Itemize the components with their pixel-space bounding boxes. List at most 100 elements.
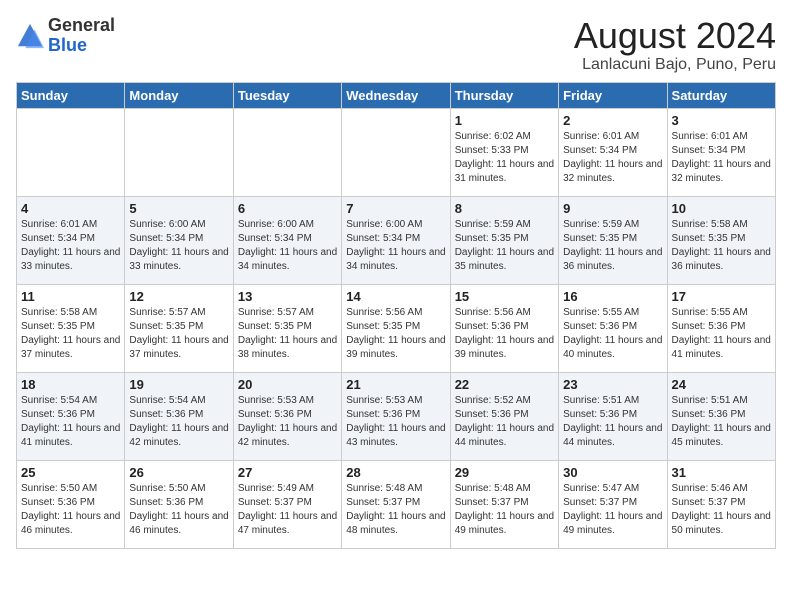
day-info: Sunrise: 5:56 AM Sunset: 5:35 PM Dayligh… [346, 306, 445, 362]
day-number: 30 [563, 465, 662, 480]
calendar-cell: 13Sunrise: 5:57 AM Sunset: 5:35 PM Dayli… [233, 284, 341, 372]
calendar-cell: 15 Sunrise: 5:56 AM Sunset: 5:36 PM Dayli… [450, 284, 558, 372]
day-info: Sunrise: 5:52 AM Sunset: 5:36 PM Dayligh… [455, 394, 554, 450]
calendar-cell [125, 108, 233, 196]
calendar-cell: 16 Sunrise: 5:55 AM Sunset: 5:36 PM Dayli… [559, 284, 667, 372]
day-number: 23 [563, 377, 662, 392]
calendar-cell [17, 108, 125, 196]
calendar-table: SundayMondayTuesdayWednesdayThursdayFrid… [16, 82, 776, 549]
day-number: 10 [672, 201, 771, 216]
day-info: Sunrise: 6:00 AM Sunset: 5:34 PM Dayligh… [129, 218, 228, 274]
day-number: 14 [346, 289, 445, 304]
day-info: Sunrise: 5:48 AM Sunset: 5:37 PM Dayligh… [346, 482, 445, 538]
calendar-cell: 4 Sunrise: 6:01 AM Sunset: 5:34 PM Daylig… [17, 196, 125, 284]
day-number: 3 [672, 113, 771, 128]
calendar-week-row: 11 Sunrise: 5:58 AM Sunset: 5:35 PM Dayli… [17, 284, 776, 372]
calendar-header-cell: Sunday [17, 82, 125, 108]
calendar-cell: 20 Sunrise: 5:53 AM Sunset: 5:36 PM Dayli… [233, 372, 341, 460]
day-info: Sunrise: 5:50 AM Sunset: 5:36 PM Dayligh… [129, 482, 228, 538]
calendar-cell: 30Sunrise: 5:47 AM Sunset: 5:37 PM Dayli… [559, 460, 667, 548]
day-info: Sunrise: 6:02 AM Sunset: 5:33 PM Dayligh… [455, 130, 554, 186]
calendar-cell [342, 108, 450, 196]
day-info: Sunrise: 5:57 AM Sunset: 5:35 PM Dayligh… [129, 306, 228, 362]
logo: General Blue [16, 16, 115, 56]
calendar-cell: 23 Sunrise: 5:51 AM Sunset: 5:36 PM Dayli… [559, 372, 667, 460]
calendar-cell [233, 108, 341, 196]
calendar-cell: 19Sunrise: 5:54 AM Sunset: 5:36 PM Dayli… [125, 372, 233, 460]
day-number: 27 [238, 465, 337, 480]
day-number: 11 [21, 289, 120, 304]
calendar-cell: 29 Sunrise: 5:48 AM Sunset: 5:37 PM Dayli… [450, 460, 558, 548]
calendar-week-row: 4 Sunrise: 6:01 AM Sunset: 5:34 PM Daylig… [17, 196, 776, 284]
day-info: Sunrise: 6:01 AM Sunset: 5:34 PM Dayligh… [672, 130, 771, 186]
day-number: 31 [672, 465, 771, 480]
day-info: Sunrise: 5:49 AM Sunset: 5:37 PM Dayligh… [238, 482, 337, 538]
day-number: 28 [346, 465, 445, 480]
calendar-header-cell: Friday [559, 82, 667, 108]
calendar-cell: 28 Sunrise: 5:48 AM Sunset: 5:37 PM Dayli… [342, 460, 450, 548]
day-info: Sunrise: 5:46 AM Sunset: 5:37 PM Dayligh… [672, 482, 771, 538]
calendar-body: 1 Sunrise: 6:02 AM Sunset: 5:33 PM Daylig… [17, 108, 776, 548]
day-info: Sunrise: 5:53 AM Sunset: 5:36 PM Dayligh… [238, 394, 337, 450]
day-number: 24 [672, 377, 771, 392]
calendar-cell: 14 Sunrise: 5:56 AM Sunset: 5:35 PM Dayli… [342, 284, 450, 372]
logo-icon [16, 22, 44, 50]
day-number: 7 [346, 201, 445, 216]
calendar-cell: 6Sunrise: 6:00 AM Sunset: 5:34 PM Daylig… [233, 196, 341, 284]
day-number: 25 [21, 465, 120, 480]
logo-general-text: General [48, 15, 115, 35]
day-number: 8 [455, 201, 554, 216]
calendar-cell: 18Sunrise: 5:54 AM Sunset: 5:36 PM Dayli… [17, 372, 125, 460]
day-info: Sunrise: 5:59 AM Sunset: 5:35 PM Dayligh… [563, 218, 662, 274]
calendar-header-cell: Saturday [667, 82, 775, 108]
day-number: 6 [238, 201, 337, 216]
calendar-cell: 22 Sunrise: 5:52 AM Sunset: 5:36 PM Dayli… [450, 372, 558, 460]
day-info: Sunrise: 5:48 AM Sunset: 5:37 PM Dayligh… [455, 482, 554, 538]
calendar-title: August 2024 [574, 16, 776, 56]
day-number: 4 [21, 201, 120, 216]
day-info: Sunrise: 5:51 AM Sunset: 5:36 PM Dayligh… [563, 394, 662, 450]
calendar-cell: 5 Sunrise: 6:00 AM Sunset: 5:34 PM Daylig… [125, 196, 233, 284]
day-number: 12 [129, 289, 228, 304]
calendar-header-cell: Monday [125, 82, 233, 108]
calendar-header-cell: Tuesday [233, 82, 341, 108]
day-number: 20 [238, 377, 337, 392]
day-info: Sunrise: 6:01 AM Sunset: 5:34 PM Dayligh… [21, 218, 120, 274]
calendar-cell: 25 Sunrise: 5:50 AM Sunset: 5:36 PM Dayli… [17, 460, 125, 548]
calendar-cell: 9 Sunrise: 5:59 AM Sunset: 5:35 PM Daylig… [559, 196, 667, 284]
page-header: General Blue August 2024 Lanlacuni Bajo,… [16, 16, 776, 74]
day-info: Sunrise: 5:56 AM Sunset: 5:36 PM Dayligh… [455, 306, 554, 362]
calendar-header-row: SundayMondayTuesdayWednesdayThursdayFrid… [17, 82, 776, 108]
day-number: 21 [346, 377, 445, 392]
calendar-week-row: 18 Sunrise: 5:54 AM Sunset: 5:36 PM Dayli… [17, 372, 776, 460]
calendar-cell: 3 Sunrise: 6:01 AM Sunset: 5:34 PM Daylig… [667, 108, 775, 196]
calendar-cell: 27 Sunrise: 5:49 AM Sunset: 5:37 PM Dayli… [233, 460, 341, 548]
day-info: Sunrise: 5:58 AM Sunset: 5:35 PM Dayligh… [21, 306, 120, 362]
calendar-cell: 8Sunrise: 5:59 AM Sunset: 5:35 PM Daylig… [450, 196, 558, 284]
day-number: 16 [563, 289, 662, 304]
calendar-cell: 2Sunrise: 6:01 AM Sunset: 5:34 PM Daylig… [559, 108, 667, 196]
calendar-cell: 12 Sunrise: 5:57 AM Sunset: 5:35 PM Dayli… [125, 284, 233, 372]
calendar-cell: 10Sunrise: 5:58 AM Sunset: 5:35 PM Dayli… [667, 196, 775, 284]
calendar-cell: 1 Sunrise: 6:02 AM Sunset: 5:33 PM Daylig… [450, 108, 558, 196]
day-info: Sunrise: 5:53 AM Sunset: 5:36 PM Dayligh… [346, 394, 445, 450]
day-number: 22 [455, 377, 554, 392]
day-info: Sunrise: 5:50 AM Sunset: 5:36 PM Dayligh… [21, 482, 120, 538]
calendar-cell: 7Sunrise: 6:00 AM Sunset: 5:34 PM Daylig… [342, 196, 450, 284]
calendar-header-cell: Wednesday [342, 82, 450, 108]
day-info: Sunrise: 5:54 AM Sunset: 5:36 PM Dayligh… [129, 394, 228, 450]
day-number: 5 [129, 201, 228, 216]
day-info: Sunrise: 5:55 AM Sunset: 5:36 PM Dayligh… [563, 306, 662, 362]
day-number: 29 [455, 465, 554, 480]
logo-blue-text: Blue [48, 35, 87, 55]
day-number: 1 [455, 113, 554, 128]
day-info: Sunrise: 5:51 AM Sunset: 5:36 PM Dayligh… [672, 394, 771, 450]
day-info: Sunrise: 5:55 AM Sunset: 5:36 PM Dayligh… [672, 306, 771, 362]
day-number: 17 [672, 289, 771, 304]
day-number: 15 [455, 289, 554, 304]
day-number: 9 [563, 201, 662, 216]
day-number: 18 [21, 377, 120, 392]
day-info: Sunrise: 6:01 AM Sunset: 5:34 PM Dayligh… [563, 130, 662, 186]
calendar-cell: 24 Sunrise: 5:51 AM Sunset: 5:36 PM Dayli… [667, 372, 775, 460]
calendar-cell: 26Sunrise: 5:50 AM Sunset: 5:36 PM Dayli… [125, 460, 233, 548]
